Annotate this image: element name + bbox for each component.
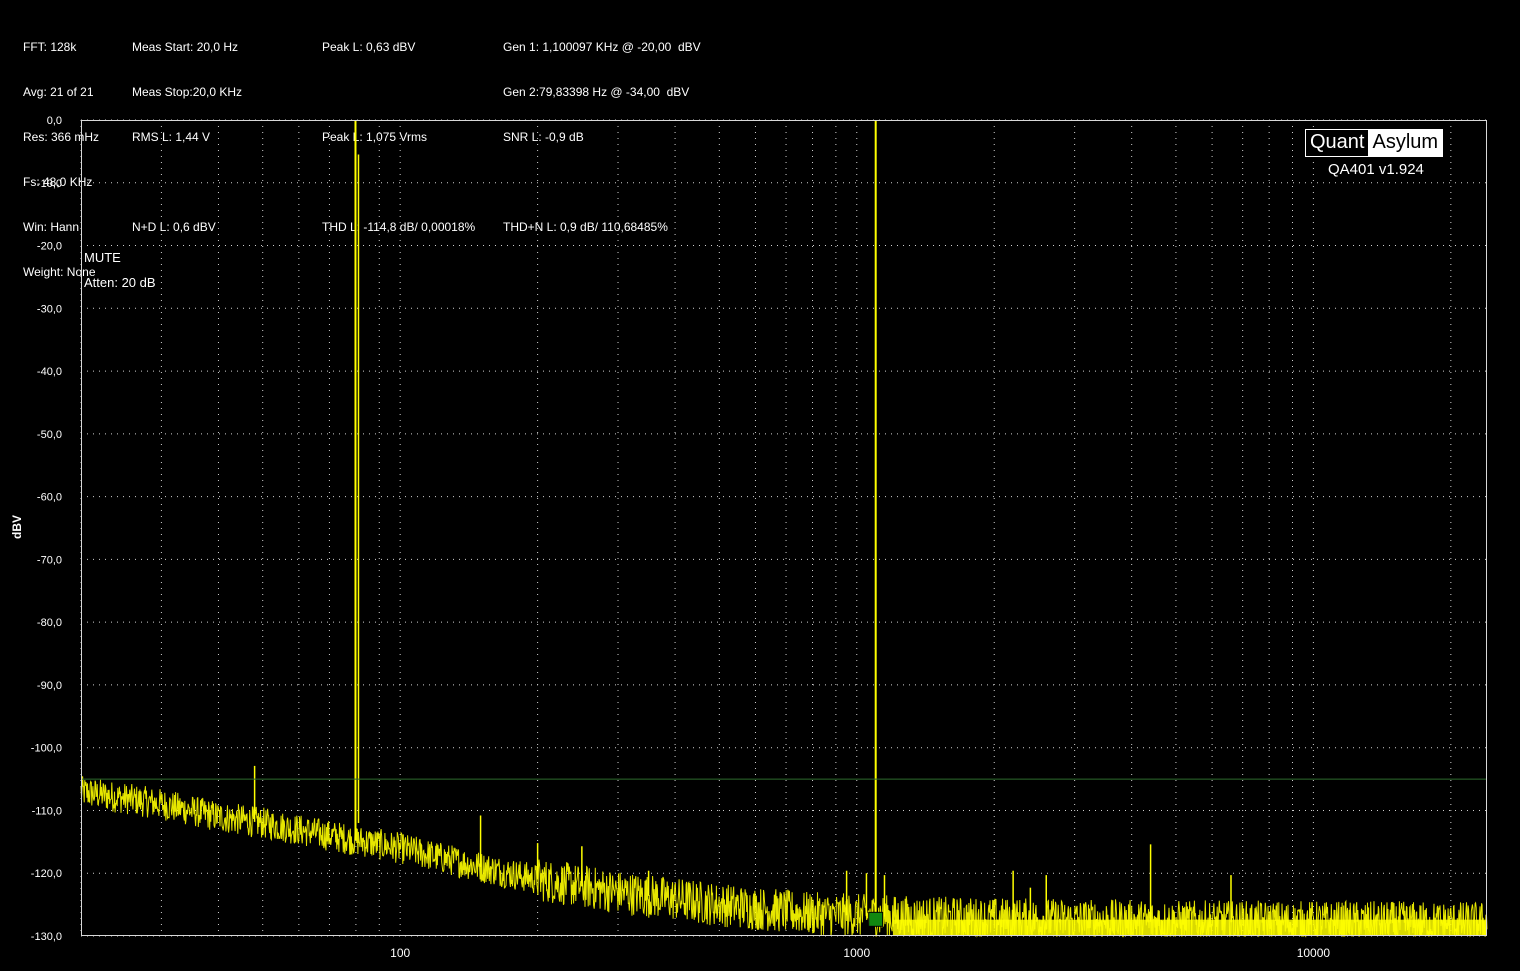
logo-left-text: Quant: [1306, 130, 1369, 156]
x-tick-labels: 100 1000 10000: [390, 946, 1330, 960]
y-tick-label: -110,0: [32, 805, 62, 817]
x-tick-label: 1000: [843, 946, 870, 960]
x-tick-label: 10000: [1297, 946, 1331, 960]
atten-label: Atten: 20 dB: [84, 275, 156, 290]
mute-label: MUTE: [84, 250, 121, 265]
y-tick-label: -80,0: [37, 617, 62, 629]
y-tick-label: -70,0: [37, 554, 62, 566]
y-tick-label: -10,0: [37, 178, 62, 190]
y-tick-label: -100,0: [31, 743, 62, 755]
y-tick-label: -130,0: [31, 931, 62, 943]
y-tick-label: -20,0: [37, 241, 62, 253]
quantasylum-logo: Quant Asylum: [1305, 129, 1444, 157]
x-tick-label: 100: [390, 946, 410, 960]
y-tick-label: -50,0: [37, 429, 62, 441]
y-tick-label: 0,0: [47, 115, 62, 127]
y-tick-label: -120,0: [31, 868, 62, 880]
version-label: QA401 v1.924: [1328, 161, 1424, 178]
logo-right-text: Asylum: [1368, 130, 1443, 156]
y-tick-label: -60,0: [37, 492, 62, 504]
y-tick-label: -30,0: [37, 303, 62, 315]
y-tick-label: -90,0: [37, 680, 62, 692]
plot-frame: [81, 120, 1487, 936]
y-tick-labels: 0,0 -10,0 -20,0 -30,0 -40,0 -50,0 -60,0 -70,0 -8…: [31, 115, 62, 943]
y-tick-label: -40,0: [37, 366, 62, 378]
